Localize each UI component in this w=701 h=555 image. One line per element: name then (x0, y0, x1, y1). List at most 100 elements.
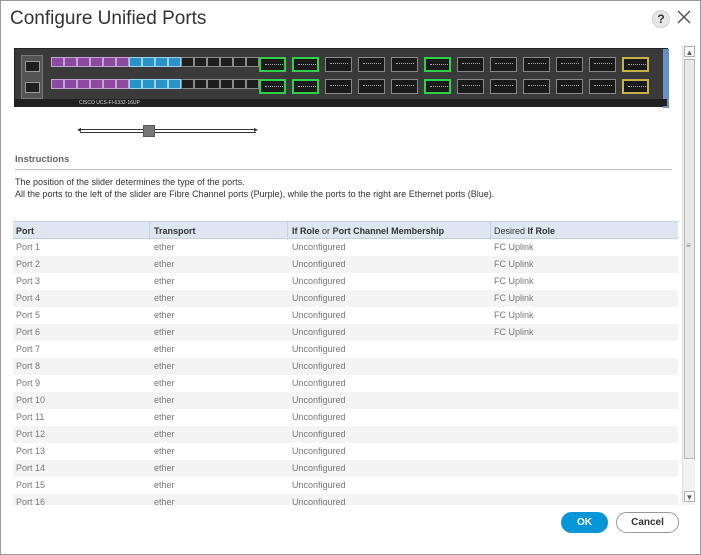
unified-port[interactable] (129, 79, 142, 89)
unified-port[interactable] (246, 79, 259, 89)
unified-port[interactable] (220, 57, 233, 67)
slider-thumb[interactable] (143, 125, 155, 137)
close-icon[interactable] (676, 9, 692, 25)
unified-port[interactable] (168, 79, 181, 89)
unified-port[interactable] (77, 79, 90, 89)
table-row[interactable]: Port 11 ether Unconfigured (13, 409, 678, 426)
cancel-button[interactable]: Cancel (616, 512, 679, 533)
column-separator[interactable] (287, 222, 288, 240)
cell-role: Unconfigured (292, 412, 346, 422)
scroll-down-icon[interactable]: ▼ (684, 491, 695, 502)
unified-port[interactable] (129, 57, 142, 67)
table-row[interactable]: Port 9 ether Unconfigured (13, 375, 678, 392)
qsfp-port[interactable] (424, 79, 451, 94)
table-row[interactable]: Port 5 ether Unconfigured FC Uplink (13, 307, 678, 324)
unified-port[interactable] (64, 57, 77, 67)
cell-role: Unconfigured (292, 293, 346, 303)
unified-port[interactable] (64, 79, 77, 89)
column-separator[interactable] (490, 222, 491, 240)
unified-port[interactable] (103, 79, 116, 89)
cell-desired: FC Uplink (494, 276, 534, 286)
qsfp-port[interactable] (589, 79, 616, 94)
qsfp-port[interactable] (358, 57, 385, 72)
unified-port[interactable] (51, 79, 64, 89)
unified-port[interactable] (246, 57, 259, 67)
table-row[interactable]: Port 8 ether Unconfigured (13, 358, 678, 375)
scroll-up-icon[interactable]: ▲ (684, 46, 695, 57)
cell-port: Port 3 (16, 276, 41, 286)
qsfp-port[interactable] (556, 79, 583, 94)
qsfp-port[interactable] (325, 57, 352, 72)
qsfp-port[interactable] (358, 79, 385, 94)
ok-button[interactable]: OK (561, 512, 608, 533)
unified-port[interactable] (155, 79, 168, 89)
unified-port[interactable] (233, 79, 246, 89)
table-row[interactable]: Port 1 ether Unconfigured FC Uplink (13, 239, 678, 256)
table-row[interactable]: Port 2 ether Unconfigured FC Uplink (13, 256, 678, 273)
qsfp-port[interactable] (424, 57, 451, 72)
table-row[interactable]: Port 13 ether Unconfigured (13, 443, 678, 460)
scroll-grip-icon: ≡ (686, 241, 691, 250)
qsfp-port[interactable] (490, 79, 517, 94)
qsfp-port[interactable] (325, 79, 352, 94)
unified-port[interactable] (142, 57, 155, 67)
table-row[interactable]: Port 10 ether Unconfigured (13, 392, 678, 409)
unified-port[interactable] (207, 79, 220, 89)
slider-track[interactable] (80, 129, 256, 133)
qsfp-port[interactable] (523, 79, 550, 94)
unified-port[interactable] (77, 57, 90, 67)
table-row[interactable]: Port 4 ether Unconfigured FC Uplink (13, 290, 678, 307)
table-row[interactable]: Port 15 ether Unconfigured (13, 477, 678, 494)
table-row[interactable]: Port 12 ether Unconfigured (13, 426, 678, 443)
qsfp-port[interactable] (259, 57, 286, 72)
table-row[interactable]: Port 16 ether Unconfigured (13, 494, 678, 505)
unified-port[interactable] (181, 79, 194, 89)
cell-port: Port 5 (16, 310, 41, 320)
unified-port[interactable] (142, 79, 155, 89)
cell-port: Port 14 (16, 463, 46, 473)
unified-port[interactable] (103, 57, 116, 67)
qsfp-port[interactable] (391, 57, 418, 72)
slider-right-end-icon: ▸ (254, 125, 259, 134)
qsfp-port[interactable] (292, 79, 319, 94)
cell-transport: ether (154, 378, 175, 388)
qsfp-port[interactable] (391, 79, 418, 94)
qsfp-port[interactable] (457, 79, 484, 94)
scrollbar-thumb[interactable] (684, 59, 695, 459)
unified-port[interactable] (155, 57, 168, 67)
column-header-desired-role[interactable]: Desired If Role (494, 226, 555, 236)
unified-port[interactable] (168, 57, 181, 67)
column-header-port[interactable]: Port (16, 226, 34, 236)
qsfp-port[interactable] (622, 79, 649, 94)
unified-port[interactable] (116, 57, 129, 67)
unified-port[interactable] (116, 79, 129, 89)
unified-port[interactable] (181, 57, 194, 67)
qsfp-port[interactable] (457, 57, 484, 72)
unified-port[interactable] (90, 57, 103, 67)
unified-port[interactable] (233, 57, 246, 67)
table-row[interactable]: Port 6 ether Unconfigured FC Uplink (13, 324, 678, 341)
qsfp-port[interactable] (259, 79, 286, 94)
unified-port[interactable] (194, 79, 207, 89)
table-row[interactable]: Port 14 ether Unconfigured (13, 460, 678, 477)
column-separator[interactable] (149, 222, 150, 240)
unified-port[interactable] (90, 79, 103, 89)
table-row[interactable]: Port 3 ether Unconfigured FC Uplink (13, 273, 678, 290)
qsfp-port[interactable] (589, 57, 616, 72)
vertical-scrollbar[interactable]: ▲ ≡ ▼ (682, 45, 695, 505)
port-type-slider[interactable]: ◂ ▸ (77, 125, 259, 139)
table-row[interactable]: Port 7 ether Unconfigured (13, 341, 678, 358)
unified-port[interactable] (220, 79, 233, 89)
column-header-transport[interactable]: Transport (154, 226, 196, 236)
column-header-if-role[interactable]: If Role or Port Channel Membership (292, 226, 444, 236)
qsfp-port[interactable] (490, 57, 517, 72)
unified-port[interactable] (207, 57, 220, 67)
qsfp-port[interactable] (523, 57, 550, 72)
unified-port[interactable] (51, 57, 64, 67)
port-label-dots (430, 64, 448, 67)
qsfp-port[interactable] (292, 57, 319, 72)
unified-port[interactable] (194, 57, 207, 67)
help-icon[interactable]: ? (652, 10, 670, 28)
qsfp-port[interactable] (622, 57, 649, 72)
qsfp-port[interactable] (556, 57, 583, 72)
